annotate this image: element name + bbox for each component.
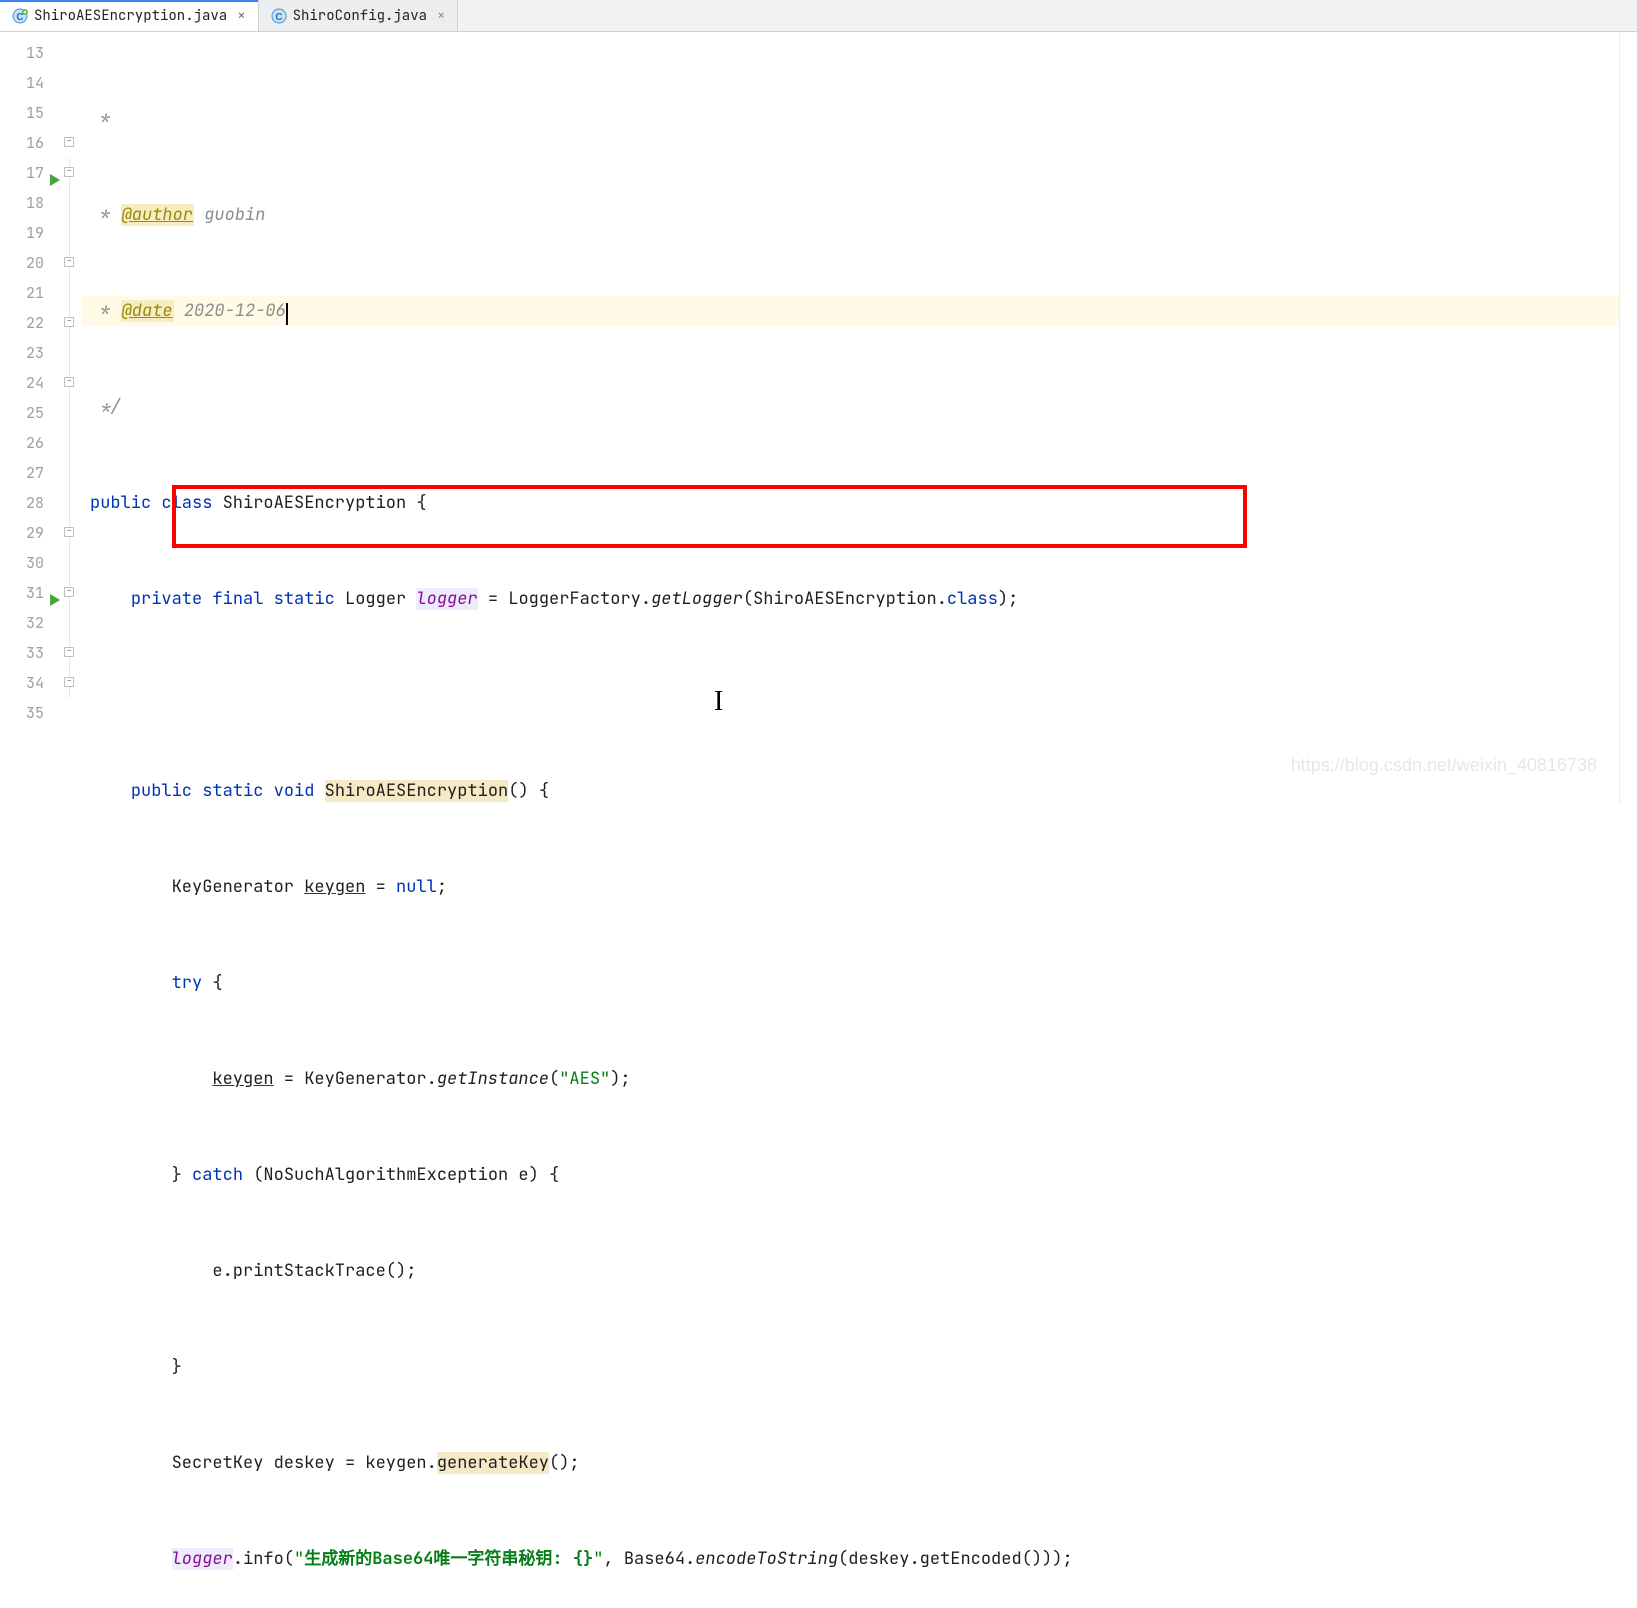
fold-toggle-icon[interactable] [64, 167, 74, 177]
code-line: keygen = KeyGenerator.getInstance("AES")… [82, 1064, 1619, 1094]
line-gutter: 1314151617181920212223242526272829303132… [0, 32, 62, 804]
fold-cell [62, 548, 82, 578]
line-number: 27 [0, 458, 62, 488]
close-icon[interactable]: × [237, 7, 245, 25]
line-number: 26 [0, 428, 62, 458]
fold-cell [62, 188, 82, 218]
line-number: 31 [0, 578, 62, 608]
line-number: 32 [0, 608, 62, 638]
fold-cell [62, 668, 82, 698]
fold-toggle-icon[interactable] [64, 527, 74, 537]
text-caret [286, 303, 288, 325]
line-number: 21 [0, 278, 62, 308]
svg-text:C: C [275, 12, 282, 23]
code-line [82, 680, 1619, 710]
code-line: private final static Logger logger = Log… [82, 584, 1619, 614]
fold-cell [62, 128, 82, 158]
code-line: try { [82, 968, 1619, 998]
fold-cell [62, 278, 82, 308]
fold-toggle-icon[interactable] [64, 317, 74, 327]
fold-cell [62, 458, 82, 488]
fold-cell [62, 248, 82, 278]
code-line: logger.info("生成新的Base64唯一字符串秘钥: {}", Bas… [82, 1544, 1619, 1574]
code-line: KeyGenerator keygen = null; [82, 872, 1619, 902]
line-number: 28 [0, 488, 62, 518]
code-line: SecretKey deskey = keygen.generateKey(); [82, 1448, 1619, 1478]
fold-cell [62, 488, 82, 518]
line-number: 29 [0, 518, 62, 548]
fold-cell [62, 68, 82, 98]
code-line: public class ShiroAESEncryption { [82, 488, 1619, 518]
fold-gutter [62, 32, 82, 804]
fold-toggle-icon[interactable] [64, 677, 74, 687]
tab-shiro-aes-encryption[interactable]: C ShiroAESEncryption.java × [0, 0, 259, 31]
fold-cell [62, 38, 82, 68]
fold-cell [62, 338, 82, 368]
java-class-icon: C [271, 8, 287, 24]
line-number: 35 [0, 698, 62, 728]
fold-toggle-icon[interactable] [64, 257, 74, 267]
line-number: 33 [0, 638, 62, 668]
fold-cell [62, 368, 82, 398]
comment-text: * [90, 108, 110, 130]
fold-toggle-icon[interactable] [64, 587, 74, 597]
line-number: 24 [0, 368, 62, 398]
line-number: 23 [0, 338, 62, 368]
line-number: 14 [0, 68, 62, 98]
fold-toggle-icon[interactable] [64, 377, 74, 387]
line-number: 16 [0, 128, 62, 158]
tab-shiro-config[interactable]: C ShiroConfig.java × [259, 0, 459, 31]
line-number: 34 [0, 668, 62, 698]
fold-cell [62, 98, 82, 128]
line-number: 15 [0, 98, 62, 128]
fold-cell [62, 638, 82, 668]
line-number: 19 [0, 218, 62, 248]
line-number: 18 [0, 188, 62, 218]
fold-cell [62, 578, 82, 608]
fold-cell [62, 608, 82, 638]
code-line: } [82, 1352, 1619, 1382]
fold-cell [62, 398, 82, 428]
code-line: e.printStackTrace(); [82, 1256, 1619, 1286]
line-number: 22 [0, 308, 62, 338]
line-number: 17 [0, 158, 62, 188]
comment-text: * @author guobin [90, 204, 265, 226]
close-icon[interactable]: × [437, 7, 445, 25]
right-gutter [1619, 32, 1637, 804]
java-class-icon: C [12, 8, 28, 24]
fold-toggle-icon[interactable] [64, 137, 74, 147]
fold-cell [62, 218, 82, 248]
fold-cell [62, 518, 82, 548]
fold-cell [62, 158, 82, 188]
tab-label: ShiroConfig.java [293, 7, 427, 25]
comment-text: * @date 2020-12-06 [90, 300, 286, 322]
tab-label: ShiroAESEncryption.java [34, 7, 227, 25]
line-number: 20 [0, 248, 62, 278]
fold-toggle-icon[interactable] [64, 647, 74, 657]
code-line: } catch (NoSuchAlgorithmException e) { [82, 1160, 1619, 1190]
editor-tabs: C ShiroAESEncryption.java × C ShiroConfi… [0, 0, 1637, 32]
code-area[interactable]: * * @author guobin * @date 2020-12-06 */… [82, 32, 1619, 804]
line-number: 25 [0, 398, 62, 428]
comment-text: */ [90, 396, 121, 418]
line-number: 30 [0, 548, 62, 578]
line-number: 13 [0, 38, 62, 68]
fold-cell [62, 698, 82, 728]
code-line: public static void ShiroAESEncryption() … [82, 776, 1619, 806]
code-editor[interactable]: 1314151617181920212223242526272829303132… [0, 32, 1637, 804]
fold-cell [62, 308, 82, 338]
fold-cell [62, 428, 82, 458]
